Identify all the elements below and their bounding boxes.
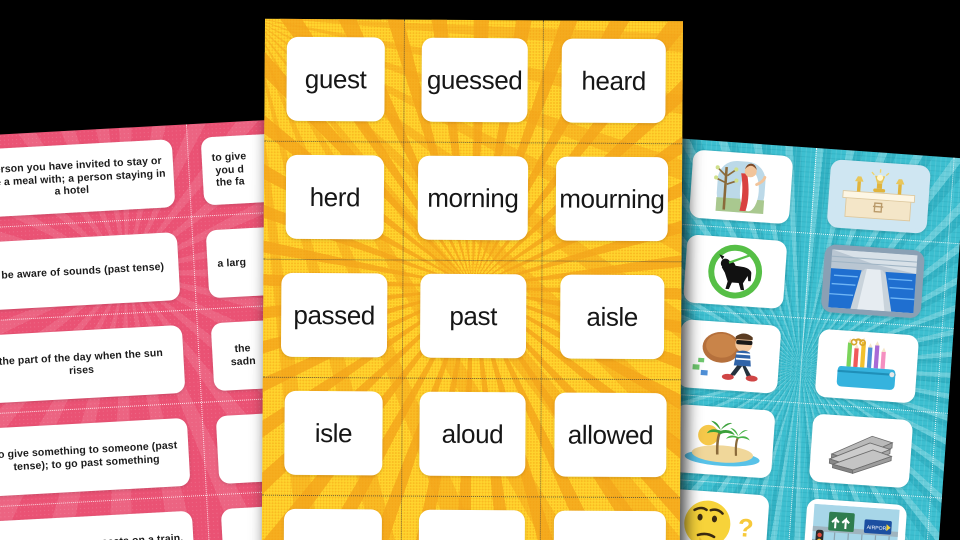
word-card-clipped[interactable] — [283, 508, 383, 540]
thinking-face-question-icon: ? — [684, 500, 755, 540]
picture-card[interactable] — [676, 319, 782, 394]
word-card[interactable]: passed — [280, 272, 388, 358]
word-card[interactable]: isle — [284, 390, 383, 476]
picture-card[interactable]: ? — [665, 488, 770, 540]
word-card[interactable]: herd — [285, 154, 385, 240]
pencil-case-icon — [836, 337, 896, 390]
steel-girders-icon — [828, 435, 894, 474]
desert-island-icon — [684, 420, 760, 467]
road-traffic-signs-icon: AIRPORT — [810, 503, 900, 540]
resource-preview-canvas: a person you have invited to stay or hav… — [0, 0, 960, 540]
picture-card[interactable] — [808, 413, 914, 489]
church-altar-chalice-icon — [834, 164, 924, 229]
word-card[interactable]: allowed — [554, 392, 667, 478]
word-card[interactable]: mourning — [555, 156, 669, 242]
word-card[interactable]: heard — [561, 38, 666, 124]
svg-text:?: ? — [737, 514, 755, 540]
thief-with-sack-icon — [692, 331, 758, 382]
word-card[interactable]: morning — [417, 155, 529, 241]
picture-card[interactable]: AIRPORT — [802, 498, 908, 540]
aeroplane-aisle-icon — [828, 249, 918, 314]
word-card[interactable]: guessed — [421, 37, 528, 123]
definition-card[interactable]: to give something to someone (past tense… — [0, 417, 191, 497]
dogs-on-lead-sign-icon — [708, 244, 763, 299]
word-card[interactable]: guest — [286, 36, 385, 122]
word-card[interactable]: aisle — [559, 274, 665, 360]
picture-cards-sheet[interactable]: ? AIRPORT — [635, 137, 960, 540]
picture-card[interactable] — [814, 328, 920, 404]
definition-card[interactable]: the part of the day when the sun rises — [0, 324, 186, 404]
picture-card[interactable] — [671, 403, 776, 479]
picture-card[interactable] — [820, 243, 926, 319]
picture-card[interactable] — [688, 149, 794, 225]
word-card-clipped[interactable] — [553, 510, 667, 540]
word-card-clipped[interactable] — [418, 509, 526, 540]
definition-card[interactable]: to be aware of sounds (past tense) — [0, 232, 181, 312]
picture-card[interactable] — [682, 234, 788, 310]
picture-card[interactable] — [826, 159, 932, 234]
word-cards-sheet[interactable]: guest guessed heard herd morning mournin… — [261, 18, 683, 540]
word-card[interactable]: past — [419, 273, 527, 359]
jesus-by-tree-icon — [714, 160, 767, 215]
definition-card[interactable]: a person you have invited to stay or hav… — [0, 139, 176, 219]
word-card[interactable]: aloud — [419, 391, 526, 477]
